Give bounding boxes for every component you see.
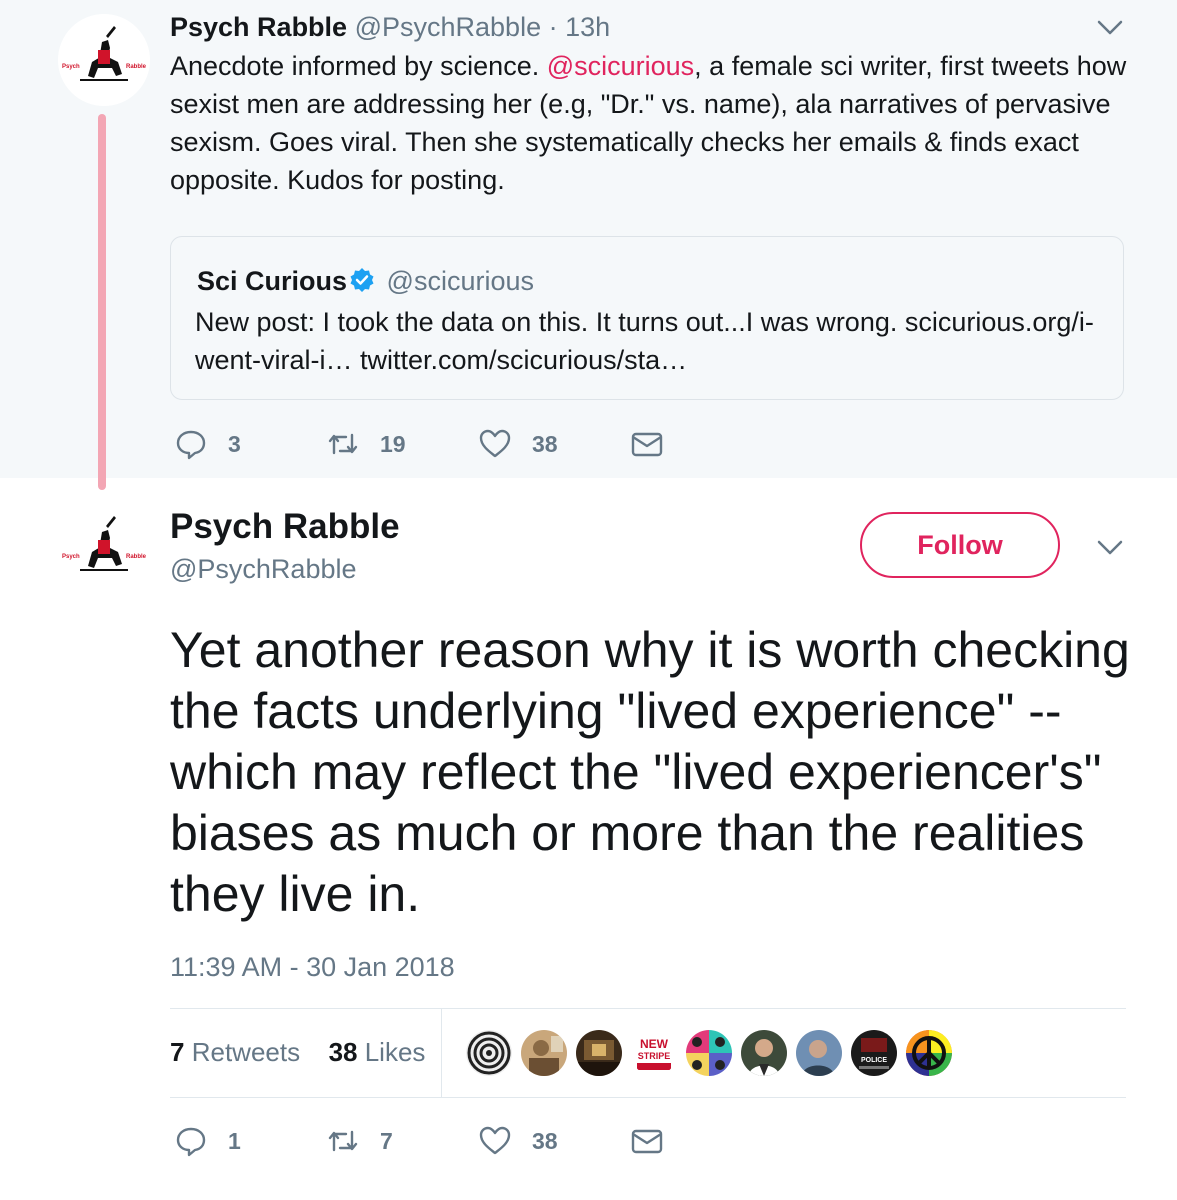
retweet-button[interactable]: 7 bbox=[326, 1121, 393, 1161]
likes-stat[interactable]: 38 Likes bbox=[329, 1037, 426, 1067]
retweet-count: 7 bbox=[380, 1127, 393, 1154]
logo-text-right: Rabble bbox=[126, 64, 147, 70]
reply-button[interactable]: 3 bbox=[174, 424, 241, 464]
avatar[interactable]: Psych Rabble bbox=[58, 504, 150, 596]
svg-text:POLICE: POLICE bbox=[861, 1057, 887, 1064]
follow-button[interactable]: Follow bbox=[860, 512, 1060, 578]
retweet-icon bbox=[328, 1130, 358, 1152]
like-button[interactable]: 38 bbox=[478, 1121, 558, 1161]
logo-text-right: Rabble bbox=[126, 554, 147, 560]
likes-count: 38 bbox=[328, 1037, 358, 1067]
mention-link[interactable]: @scicurious bbox=[547, 51, 694, 81]
like-button[interactable]: 38 bbox=[478, 424, 558, 464]
tweet-time[interactable]: 13h bbox=[565, 12, 610, 42]
handle[interactable]: @PsychRabble bbox=[170, 553, 357, 585]
reply-button[interactable]: 1 bbox=[174, 1121, 241, 1161]
quoted-tweet-text: New post: I took the data on this. It tu… bbox=[195, 307, 1094, 375]
logo-text-left: Psych bbox=[62, 64, 80, 70]
tweet-text: Anecdote informed by science. @scicuriou… bbox=[170, 47, 1130, 199]
thread-connector bbox=[98, 114, 106, 490]
photo-avatar-icon[interactable] bbox=[521, 1030, 567, 1076]
police-avatar-icon[interactable]: POLICE bbox=[851, 1030, 897, 1076]
retweets-stat[interactable]: 7 Retweets bbox=[170, 1037, 300, 1067]
tweet-text-part: Anecdote informed by science. bbox=[170, 51, 547, 81]
retweet-count: 19 bbox=[380, 430, 406, 457]
photo-avatar-icon[interactable] bbox=[796, 1030, 842, 1076]
retweets-count: 7 bbox=[170, 1037, 185, 1067]
svg-text:STRIPE: STRIPE bbox=[638, 1051, 671, 1061]
popart-avatar-icon[interactable] bbox=[686, 1030, 732, 1076]
photo-avatar-icon[interactable] bbox=[741, 1030, 787, 1076]
logo-text-left: Psych bbox=[62, 554, 80, 560]
reply-count: 1 bbox=[228, 1127, 241, 1154]
tweet-actions: 1 7 38 bbox=[170, 1121, 690, 1161]
quoted-tweet[interactable]: Sci Curious @scicurious New post: I took… bbox=[170, 236, 1124, 400]
quoted-handle: @scicurious bbox=[386, 266, 534, 296]
quoted-display-name: Sci Curious bbox=[197, 266, 348, 296]
heart-icon bbox=[479, 429, 511, 458]
display-name[interactable]: Psych Rabble bbox=[170, 506, 400, 548]
tweet-actions: 3 19 38 bbox=[170, 424, 690, 464]
display-name[interactable]: Psych Rabble bbox=[170, 12, 347, 42]
tweet-timestamp[interactable]: 11:39 AM - 30 Jan 2018 bbox=[170, 950, 455, 984]
like-count: 38 bbox=[532, 1127, 558, 1154]
divider bbox=[170, 1097, 1126, 1098]
peace-sign-avatar-icon[interactable] bbox=[906, 1030, 952, 1076]
retweet-button[interactable]: 19 bbox=[326, 424, 406, 464]
divider bbox=[170, 1008, 1126, 1009]
envelope-icon bbox=[631, 432, 663, 457]
message-button[interactable] bbox=[630, 424, 664, 464]
reply-icon bbox=[176, 1127, 206, 1157]
knight-logo-icon: Psych Rabble bbox=[58, 504, 150, 596]
heart-icon bbox=[479, 1126, 511, 1155]
verified-badge-icon bbox=[350, 268, 374, 292]
avatar[interactable]: Psych Rabble bbox=[58, 14, 150, 106]
parent-tweet[interactable]: Psych Rabble Psych Rabble @PsychRabble ·… bbox=[0, 0, 1177, 490]
quoted-tweet-header: Sci Curious @scicurious bbox=[197, 264, 534, 298]
chevron-down-icon[interactable] bbox=[1093, 530, 1127, 564]
new-stripe-avatar-icon[interactable]: NEW STRIPE bbox=[631, 1030, 677, 1076]
tweet-stats: 7 Retweets 38 Likes bbox=[170, 1036, 425, 1068]
svg-text:NEW: NEW bbox=[640, 1037, 669, 1051]
envelope-icon bbox=[631, 1129, 663, 1154]
reply-icon bbox=[176, 430, 206, 460]
message-button[interactable] bbox=[630, 1121, 664, 1161]
chevron-down-icon[interactable] bbox=[1093, 10, 1127, 44]
tweet-header: Psych Rabble @PsychRabble · 13h bbox=[170, 10, 610, 44]
tweet-text: Yet another reason why it is worth check… bbox=[170, 622, 1130, 922]
handle[interactable]: @PsychRabble bbox=[355, 12, 542, 42]
knight-logo-icon: Psych Rabble bbox=[58, 14, 150, 106]
separator: · bbox=[548, 12, 558, 42]
like-count: 38 bbox=[532, 430, 558, 457]
photo-avatar-icon[interactable] bbox=[576, 1030, 622, 1076]
spiral-avatar-icon[interactable] bbox=[466, 1030, 512, 1076]
retweet-icon bbox=[328, 433, 358, 455]
likes-label: Likes bbox=[364, 1037, 426, 1067]
divider bbox=[441, 1008, 442, 1097]
retweets-label: Retweets bbox=[191, 1037, 301, 1067]
reply-count: 3 bbox=[228, 430, 241, 457]
